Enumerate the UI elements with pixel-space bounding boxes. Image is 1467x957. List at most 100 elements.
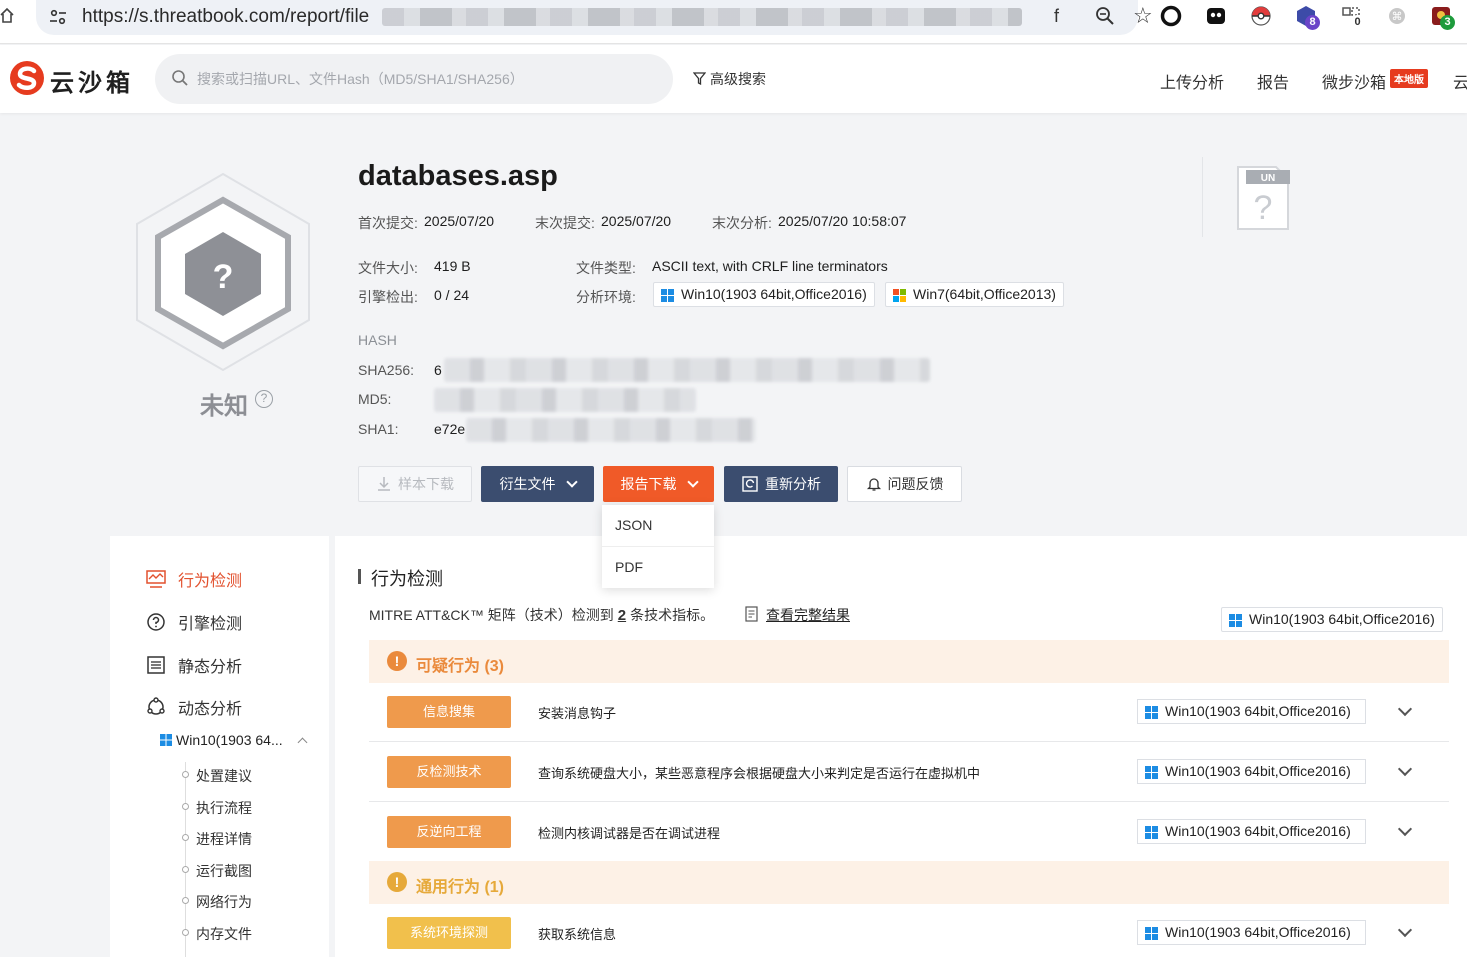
extension-box-icon[interactable] <box>1205 5 1227 27</box>
sidebar-item-behavior[interactable]: 行为检测 <box>146 567 242 591</box>
tree-item-execution-flow[interactable]: 执行流程 <box>196 798 252 818</box>
behavior-env-chip: Win10(1903 64bit,Office2016) <box>1137 759 1366 784</box>
logo-icon[interactable] <box>9 60 45 96</box>
behavior-row[interactable]: 反检测技术 查询系统硬盘大小，某些恶意程序会根据硬盘大小来判定是否运行在虚拟机中… <box>369 742 1449 802</box>
category-suspicious[interactable]: ! 可疑行为 (3) <box>369 640 1449 683</box>
sidebar-item-engine[interactable]: 引擎检测 <box>146 610 242 634</box>
sidebar-env-win10[interactable]: Win10(1903 64... <box>160 732 308 748</box>
sidebar-item-dynamic[interactable]: 动态分析 <box>146 695 242 719</box>
home-icon[interactable] <box>0 6 14 26</box>
address-bar[interactable]: https://s.threatbook.com/report/file f ☆ <box>36 0 1153 35</box>
behavior-tag: 反检测技术 <box>387 756 511 788</box>
sha1-label: SHA1: <box>358 421 399 437</box>
search-input[interactable] <box>197 67 657 91</box>
last-submit-label: 末次提交: <box>535 215 595 231</box>
category-general[interactable]: ! 通用行为 (1) <box>369 861 1449 904</box>
behavior-row[interactable]: 系统环境探测 获取系统信息 Win10(1903 64bit,Office201… <box>369 903 1449 957</box>
chevron-down-icon[interactable] <box>1397 701 1413 717</box>
sha1-value[interactable]: e72e <box>434 421 465 437</box>
chevron-up-icon[interactable] <box>297 737 308 747</box>
behavior-description: 获取系统信息 <box>538 927 617 942</box>
derived-files-label: 衍生文件 <box>499 476 556 492</box>
windows-icon <box>1145 927 1158 940</box>
file-name: databases.asp <box>358 160 558 192</box>
search-box[interactable] <box>155 54 673 104</box>
reanalyze-button[interactable]: 重新分析 <box>724 466 838 502</box>
chevron-down-icon[interactable] <box>1397 821 1413 837</box>
first-submit-value: 2025/07/20 <box>424 213 495 229</box>
sample-download-button[interactable]: 样本下载 <box>358 466 472 502</box>
local-version-badge: 本地版 <box>1390 69 1428 88</box>
tree-item-process-details[interactable]: 进程详情 <box>196 829 252 849</box>
extension-badge-count: 3 <box>1440 15 1455 30</box>
chevron-down-icon[interactable] <box>1397 761 1413 777</box>
nav-cloud[interactable]: 云 <box>1453 69 1467 93</box>
category-label: 可疑行为 (3) <box>416 658 505 675</box>
sha256-value[interactable]: 6 <box>434 362 442 378</box>
menu-item-json[interactable]: JSON <box>602 505 714 546</box>
sidebar-item-static[interactable]: 静态分析 <box>146 653 242 677</box>
menu-item-pdf[interactable]: PDF <box>602 546 714 587</box>
url-suffix: f <box>1054 6 1060 26</box>
tree-item-disposal-advice[interactable]: 处置建议 <box>196 766 252 786</box>
warning-icon: ! <box>387 872 407 892</box>
site-settings-icon[interactable] <box>48 7 68 27</box>
env-chip-win7[interactable]: Win7(64bit,Office2013) <box>885 282 1064 307</box>
extension-pokeball-icon[interactable] <box>1250 5 1272 27</box>
file-size-value: 419 B <box>434 258 471 274</box>
chevron-down-icon <box>686 476 699 488</box>
env-selector[interactable]: Win10(1903 64bit,Office2016) <box>1221 607 1443 632</box>
url-text[interactable]: https://s.threatbook.com/report/file <box>82 6 369 28</box>
sidebar-item-label: 行为检测 <box>178 573 243 590</box>
extension-hexagon-icon[interactable]: 8 <box>1295 5 1320 30</box>
sidebar-item-label: 动态分析 <box>178 701 243 718</box>
tree-item-memory-files[interactable]: 内存文件 <box>196 924 252 944</box>
derived-files-button[interactable]: 衍生文件 <box>481 466 594 502</box>
help-icon[interactable]: ? <box>255 390 273 408</box>
behavior-tag: 信息搜集 <box>387 696 511 728</box>
feedback-label: 问题反馈 <box>887 476 944 492</box>
tree-node-icon <box>182 897 189 904</box>
sidebar: 行为检测 引擎检测 静态分析 动态分析 Win10(1903 64... 处置建… <box>110 536 329 957</box>
extension-puzzle-icon[interactable]: 0 <box>1340 5 1365 30</box>
behavior-env-label: Win10(1903 64bit,Office2016) <box>1165 924 1351 940</box>
file-type-value: ASCII text, with CRLF line terminators <box>652 258 888 274</box>
chevron-down-icon[interactable] <box>1397 922 1413 938</box>
nav-upload-analysis[interactable]: 上传分析 <box>1160 69 1224 93</box>
extension-shield-icon[interactable]: 3 <box>1430 5 1455 30</box>
extension-ring-icon[interactable] <box>1160 5 1182 27</box>
file-size-label: 文件大小: <box>358 260 418 276</box>
extension-command-icon[interactable]: ⌘ <box>1386 5 1408 27</box>
tree-item-screenshots[interactable]: 运行截图 <box>196 861 252 881</box>
behavior-tag: 系统环境探测 <box>387 917 511 949</box>
extension-badge-count: 8 <box>1305 15 1320 30</box>
advanced-search-link[interactable]: 高级搜索 <box>693 69 766 89</box>
behavior-row[interactable]: 反逆向工程 检测内核调试器是否在调试进程 Win10(1903 64bit,Of… <box>369 802 1449 862</box>
first-submit-label: 首次提交: <box>358 215 418 231</box>
url-redacted <box>382 8 1022 26</box>
zoom-icon[interactable] <box>1094 5 1116 27</box>
feedback-button[interactable]: 问题反馈 <box>847 466 962 502</box>
bookmark-star-icon[interactable]: ☆ <box>1133 3 1153 29</box>
report-download-button[interactable]: 报告下载 <box>603 466 714 502</box>
behavior-row[interactable]: 信息搜集 安装消息钩子 Win10(1903 64bit,Office2016) <box>369 682 1449 742</box>
view-full-results-link[interactable]: 查看完整结果 <box>766 605 850 625</box>
download-icon <box>378 477 390 491</box>
nav-threatbook-sandbox[interactable]: 微步沙箱 <box>1322 69 1386 93</box>
behavior-description: 检测内核调试器是否在调试进程 <box>538 826 721 841</box>
nav-report[interactable]: 报告 <box>1257 69 1289 93</box>
tree-item-network[interactable]: 网络行为 <box>196 892 252 912</box>
md5-label: MD5: <box>358 391 392 407</box>
windows-icon <box>1145 826 1158 839</box>
logo-text[interactable]: 云沙箱 <box>50 63 134 98</box>
filter-icon <box>693 72 706 85</box>
env-chip-win10[interactable]: Win10(1903 64bit,Office2016) <box>653 282 875 307</box>
behavior-description: 查询系统硬盘大小，某些恶意程序会根据硬盘大小来判定是否运行在虚拟机中 <box>538 766 981 781</box>
tree-line <box>185 762 186 957</box>
file-type-label: 文件类型: <box>576 260 636 276</box>
svg-text:?: ? <box>1254 189 1273 227</box>
mitre-count[interactable]: 2 <box>618 607 626 624</box>
windows-icon <box>1145 706 1158 719</box>
divider <box>1202 157 1203 237</box>
sha256-label: SHA256: <box>358 362 415 378</box>
